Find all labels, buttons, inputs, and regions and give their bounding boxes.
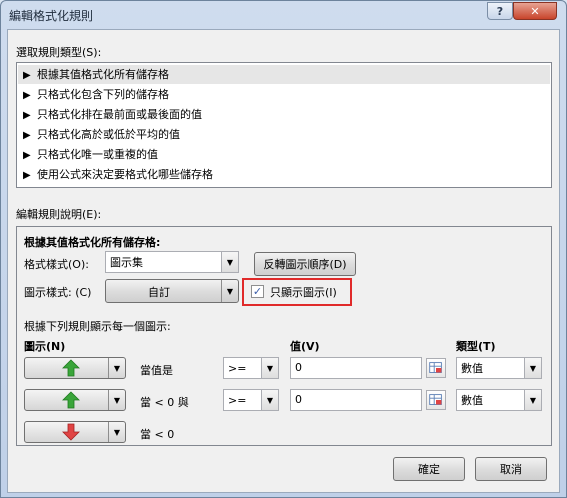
range-picker-icon bbox=[429, 362, 442, 373]
title-bar[interactable]: 編輯格式化規則 ? ✕ bbox=[1, 1, 566, 29]
green-up-arrow-icon bbox=[62, 359, 80, 377]
rule-type-item-label: 根據其值格式化所有儲存格 bbox=[37, 68, 169, 81]
value-text: 0 bbox=[295, 361, 302, 374]
icon-select-row-2[interactable]: ▼ bbox=[24, 389, 126, 411]
window-title: 編輯格式化規則 bbox=[9, 9, 94, 23]
show-icon-only-checkbox[interactable]: ✓ bbox=[251, 285, 264, 298]
rule-type-item[interactable]: ▶ 根據其值格式化所有儲存格 bbox=[18, 65, 550, 84]
operator-select-row-2[interactable]: >= ▼ bbox=[223, 389, 279, 411]
rule-type-item[interactable]: ▶ 只格式化高於或低於平均的值 bbox=[18, 125, 550, 144]
chevron-down-icon: ▼ bbox=[221, 280, 238, 302]
rule-type-item-label: 只格式化包含下列的儲存格 bbox=[37, 88, 169, 101]
type-value: 數值 bbox=[461, 362, 483, 375]
rule-type-item-label: 使用公式來決定要格式化哪些儲存格 bbox=[37, 168, 213, 181]
reverse-icon-order-label: 反轉圖示順序(D) bbox=[263, 258, 347, 271]
icon-select-row-1[interactable]: ▼ bbox=[24, 357, 126, 379]
chevron-down-icon: ▼ bbox=[524, 358, 541, 378]
help-icon: ? bbox=[496, 4, 504, 18]
rules-heading: 根據下列規則顯示每一個圖示: bbox=[24, 320, 171, 333]
dialog-body: 選取規則類型(S): ▶ 根據其值格式化所有儲存格 ▶ 只格式化包含下列的儲存格 ▶… bbox=[7, 29, 560, 493]
rule-type-item-label: 只格式化高於或低於平均的值 bbox=[37, 128, 180, 141]
rule-type-item-label: 只格式化唯一或重複的值 bbox=[37, 148, 158, 161]
arrow-right-icon: ▶ bbox=[23, 90, 31, 101]
icon-select-row-3[interactable]: ▼ bbox=[24, 421, 126, 443]
operator-select-row-1[interactable]: >= ▼ bbox=[223, 357, 279, 379]
rule-type-item[interactable]: ▶ 使用公式來決定要格式化哪些儲存格 bbox=[18, 165, 550, 184]
red-down-arrow-icon bbox=[62, 423, 80, 441]
type-select-row-2[interactable]: 數值 ▼ bbox=[456, 389, 542, 411]
arrow-right-icon: ▶ bbox=[23, 170, 31, 181]
close-icon: ✕ bbox=[530, 4, 540, 18]
ok-button[interactable]: 確定 bbox=[393, 457, 465, 481]
format-style-value: 圖示集 bbox=[110, 256, 143, 269]
value-input-row-1[interactable]: 0 bbox=[290, 357, 422, 379]
chevron-down-icon: ▼ bbox=[108, 422, 125, 442]
operator-value: >= bbox=[228, 393, 247, 407]
dialog-window: 編輯格式化規則 ? ✕ 選取規則類型(S): ▶ 根據其值格式化所有儲存格 ▶ 只格… bbox=[0, 0, 567, 498]
chevron-down-icon: ▼ bbox=[108, 358, 125, 378]
arrow-right-icon: ▶ bbox=[23, 130, 31, 141]
chevron-down-icon: ▼ bbox=[524, 390, 541, 410]
range-picker-button-row-1[interactable] bbox=[426, 358, 446, 378]
icon-style-label: 圖示樣式: (C) bbox=[24, 286, 92, 299]
cancel-button[interactable]: 取消 bbox=[475, 457, 547, 481]
green-up-arrow-icon bbox=[62, 391, 80, 409]
col-icon-header: 圖示(N) bbox=[24, 340, 66, 353]
rule-type-item-label: 只格式化排在最前面或最後面的值 bbox=[37, 108, 202, 121]
arrow-right-icon: ▶ bbox=[23, 150, 31, 161]
icon-style-select[interactable]: 自訂 ▼ bbox=[105, 279, 239, 303]
col-type-header: 類型(T) bbox=[456, 340, 496, 353]
ok-label: 確定 bbox=[418, 463, 440, 476]
condition-label: 當 < 0 與 bbox=[140, 396, 189, 409]
value-input-row-2[interactable]: 0 bbox=[290, 389, 422, 411]
rule-type-label: 選取規則類型(S): bbox=[16, 46, 102, 59]
chevron-down-icon: ▼ bbox=[221, 252, 238, 272]
help-button[interactable]: ? bbox=[487, 2, 513, 20]
value-text: 0 bbox=[295, 393, 302, 406]
condition-label: 當值是 bbox=[140, 364, 173, 377]
icon-style-value: 自訂 bbox=[148, 286, 170, 299]
arrow-right-icon: ▶ bbox=[23, 110, 31, 121]
rule-type-item[interactable]: ▶ 只格式化排在最前面或最後面的值 bbox=[18, 105, 550, 124]
col-value-header: 值(V) bbox=[290, 340, 320, 353]
range-picker-icon bbox=[429, 394, 442, 405]
show-icon-only-label: 只顯示圖示(I) bbox=[270, 286, 337, 299]
condition-label: 當 < 0 bbox=[140, 428, 175, 441]
close-button[interactable]: ✕ bbox=[513, 2, 557, 20]
range-picker-button-row-2[interactable] bbox=[426, 390, 446, 410]
checkmark-icon: ✓ bbox=[252, 285, 263, 298]
operator-value: >= bbox=[228, 361, 247, 375]
format-style-select[interactable]: 圖示集 ▼ bbox=[105, 251, 239, 273]
type-select-row-1[interactable]: 數值 ▼ bbox=[456, 357, 542, 379]
description-label: 編輯規則說明(E): bbox=[16, 208, 102, 221]
chevron-down-icon: ▼ bbox=[108, 390, 125, 410]
chevron-down-icon: ▼ bbox=[261, 390, 278, 410]
rule-type-list[interactable]: ▶ 根據其值格式化所有儲存格 ▶ 只格式化包含下列的儲存格 ▶ 只格式化排在最前面或最… bbox=[16, 62, 552, 188]
cancel-label: 取消 bbox=[500, 463, 522, 476]
type-value: 數值 bbox=[461, 394, 483, 407]
format-style-label: 格式樣式(O): bbox=[24, 258, 89, 271]
chevron-down-icon: ▼ bbox=[261, 358, 278, 378]
rule-type-item[interactable]: ▶ 只格式化包含下列的儲存格 bbox=[18, 85, 550, 104]
rule-type-item[interactable]: ▶ 只格式化唯一或重複的值 bbox=[18, 145, 550, 164]
arrow-right-icon: ▶ bbox=[23, 70, 31, 81]
reverse-icon-order-button[interactable]: 反轉圖示順序(D) bbox=[254, 252, 356, 276]
description-heading: 根據其值格式化所有儲存格: bbox=[24, 236, 161, 249]
